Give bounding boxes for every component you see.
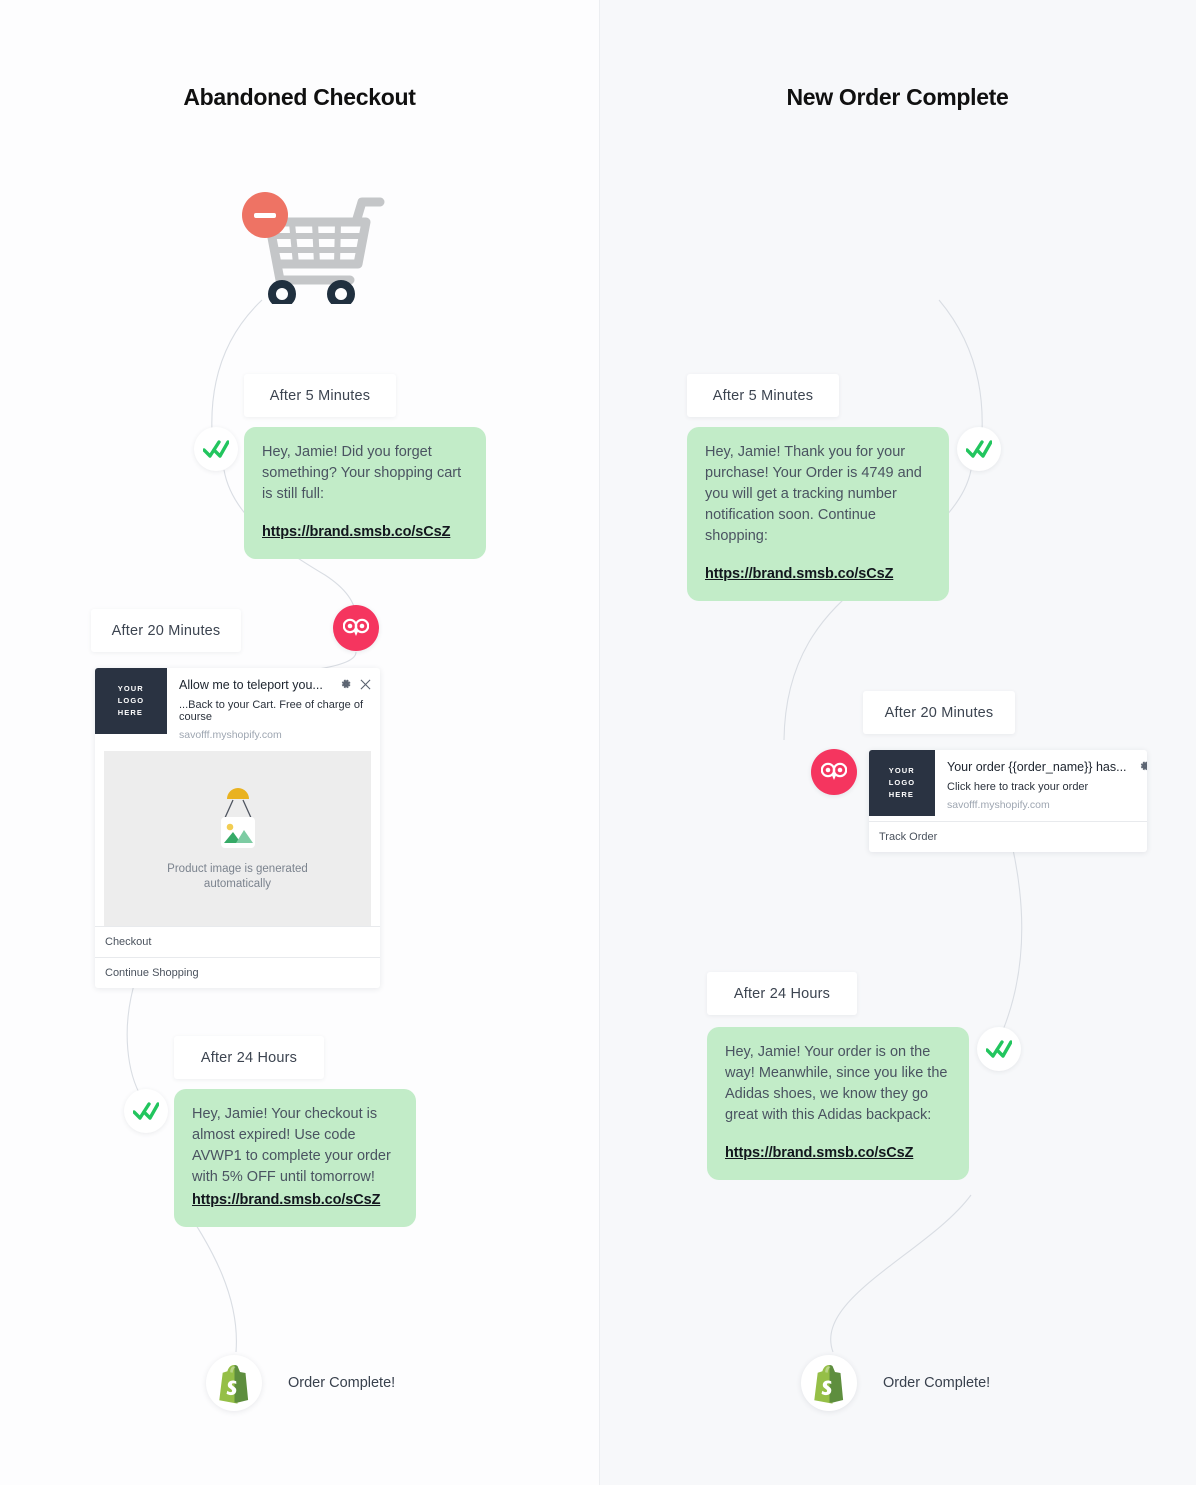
push-notification-card[interactable]: YOUR LOGO HERE Allow me to teleport you.… <box>95 668 380 988</box>
sms-body-text: Hey, Jamie! Your checkout is almost expi… <box>192 1106 391 1185</box>
sms-body-text: Hey, Jamie! Did you forget something? Yo… <box>262 444 462 502</box>
sms-link[interactable]: https://brand.smsb.co/sCsZ <box>192 1190 398 1211</box>
flow-column-abandoned-checkout: Abandoned Checkout After 5 Minutes Hey, … <box>0 0 599 1485</box>
flow-end-label: Order Complete! <box>883 1375 991 1391</box>
sms-message-bubble: Hey, Jamie! Your order is on the way! Me… <box>707 1027 969 1180</box>
time-label-chip: After 20 Minutes <box>863 691 1015 734</box>
flow-end-label: Order Complete! <box>288 1375 396 1391</box>
push-header: YOUR LOGO HERE Your order {{order_name}}… <box>869 750 1147 821</box>
image-placeholder-icon <box>220 787 255 848</box>
push-notification-card[interactable]: YOUR LOGO HERE Your order {{order_name}}… <box>869 750 1147 852</box>
sms-message-bubble: Hey, Jamie! Your checkout is almost expi… <box>174 1089 416 1227</box>
flow-title: Abandoned Checkout <box>183 84 416 110</box>
gear-icon[interactable] <box>1139 759 1147 777</box>
sms-body-text: Hey, Jamie! Your order is on the way! Me… <box>725 1044 948 1123</box>
column-divider <box>599 0 600 1485</box>
push-product-image: Product image is generated automatically <box>104 751 371 926</box>
double-check-icon <box>957 427 1001 471</box>
sms-link[interactable]: https://brand.smsb.co/sCsZ <box>725 1143 951 1164</box>
gear-icon[interactable] <box>340 677 352 695</box>
automation-flow-board: Abandoned Checkout After 5 Minutes Hey, … <box>0 0 1196 1485</box>
push-text-area: Allow me to teleport you... ...Back to y… <box>167 668 380 751</box>
double-check-icon <box>977 1027 1021 1071</box>
time-label-chip: After 5 Minutes <box>244 374 396 417</box>
push-action-track-order[interactable]: Track Order <box>869 821 1147 852</box>
push-subtitle: ...Back to your Cart. Free of charge of … <box>179 699 364 723</box>
sms-link[interactable]: https://brand.smsb.co/sCsZ <box>705 564 931 585</box>
double-check-icon <box>124 1089 168 1133</box>
flow-end-node: Order Complete! <box>206 1355 395 1411</box>
push-logo-placeholder: YOUR LOGO HERE <box>95 668 167 734</box>
flow-end-node: Order Complete! <box>801 1355 990 1411</box>
push-action-checkout[interactable]: Checkout <box>95 926 380 957</box>
time-label-chip: After 5 Minutes <box>687 374 839 417</box>
push-title: Your order {{order_name}} has... <box>947 760 1127 774</box>
push-subtitle: Click here to track your order <box>947 781 1089 793</box>
owl-icon <box>333 605 379 651</box>
sms-message-bubble: Hey, Jamie! Did you forget something? Yo… <box>244 427 486 559</box>
shopify-bag-icon <box>801 1355 857 1411</box>
cart-minus-badge <box>242 192 288 238</box>
connector-lines-right <box>783 299 1023 1353</box>
push-text-area: Your order {{order_name}} has... Click h… <box>935 750 1147 821</box>
time-label-chip: After 20 Minutes <box>91 609 241 652</box>
push-header: YOUR LOGO HERE Allow me to teleport you.… <box>95 668 380 751</box>
sms-body-text: Hey, Jamie! Thank you for your purchase!… <box>705 444 922 544</box>
push-source-url: savofff.myshopify.com <box>947 799 1050 811</box>
push-action-continue-shopping[interactable]: Continue Shopping <box>95 957 380 988</box>
shopping-cart-icon <box>240 184 390 308</box>
owl-icon <box>811 749 857 795</box>
time-label-chip: After 24 Hours <box>174 1036 324 1079</box>
time-label-chip: After 24 Hours <box>707 972 857 1015</box>
sms-link[interactable]: https://brand.smsb.co/sCsZ <box>262 522 468 543</box>
push-source-url: savofff.myshopify.com <box>179 729 282 741</box>
flow-column-new-order-complete: New Order Complete After 5 Minutes Hey, … <box>599 0 1196 1485</box>
shopify-bag-icon <box>206 1355 262 1411</box>
close-icon[interactable] <box>360 677 371 695</box>
push-image-caption: Product image is generated automatically <box>167 862 308 890</box>
flow-title: New Order Complete <box>786 84 1009 110</box>
double-check-icon <box>194 427 238 471</box>
push-logo-placeholder: YOUR LOGO HERE <box>869 750 935 816</box>
sms-message-bubble: Hey, Jamie! Thank you for your purchase!… <box>687 427 949 601</box>
